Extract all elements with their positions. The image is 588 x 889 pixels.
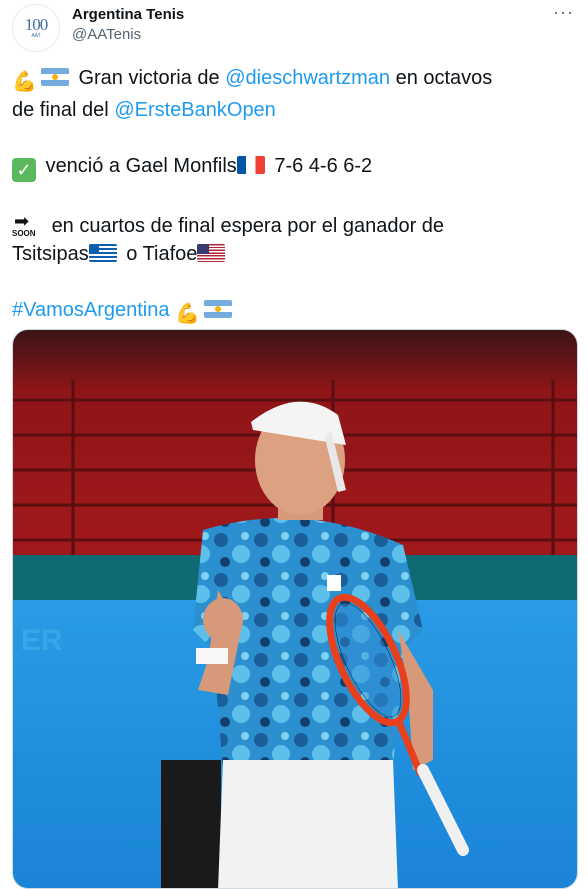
display-name[interactable]: Argentina Tenis: [72, 6, 184, 23]
flag-greece-icon: [88, 244, 117, 262]
tweet-line-6: #VamosArgentina 💪: [12, 296, 572, 328]
flag-argentina-icon: [40, 68, 69, 86]
flag-usa-icon: [197, 244, 226, 262]
tweet-line-2: de final del @ErsteBankOpen: [12, 96, 572, 124]
mention-link[interactable]: @dieschwartzman: [225, 67, 390, 89]
tweet-line-5: Tsitsipas o Tiafoe: [12, 240, 572, 268]
hashtag-link[interactable]: #VamosArgentina: [12, 299, 170, 321]
avatar-logo-text: 100: [24, 15, 48, 34]
court-sign: ER: [21, 624, 63, 657]
tweet-line-4: ➡ SOON en cuartos de final espera por el…: [12, 210, 572, 240]
tweet-text-segment: Gran victoria de: [78, 67, 220, 89]
account-handle[interactable]: @AATenis: [72, 26, 141, 43]
flag-argentina-icon: [203, 300, 232, 318]
tweet-photo[interactable]: ER: [12, 329, 578, 889]
tennis-player-photo: ER: [13, 330, 577, 888]
more-options-icon[interactable]: ···: [553, 2, 574, 23]
flexed-biceps-icon: 💪: [12, 71, 37, 93]
tweet-header: 100 AAT Argentina Tenis @AATenis ···: [0, 0, 588, 60]
avatar-logo-subtext: AAT: [31, 33, 41, 39]
tweet-line-1: 💪 Gran victoria de @dieschwartzman en oc…: [12, 64, 572, 96]
soon-arrow-icon: ➡ SOON: [12, 210, 42, 240]
tweet-text-segment: Tsitsipas: [12, 243, 89, 265]
soon-label: SOON: [12, 229, 36, 238]
arrow-right-icon: ➡: [14, 211, 30, 231]
tweet-text-segment: en cuartos de final espera por el ganado…: [51, 215, 445, 237]
tweet-text-segment: de final del: [12, 99, 109, 121]
mention-link[interactable]: @ErsteBankOpen: [114, 99, 276, 121]
flexed-biceps-icon: 💪: [175, 303, 200, 325]
check-mark-icon: ✓: [12, 158, 36, 182]
score-text: 7-6 4-6 6-2: [274, 155, 373, 177]
avatar[interactable]: 100 AAT: [12, 4, 60, 52]
tweet-text: 💪 Gran victoria de @dieschwartzman en oc…: [12, 64, 572, 328]
tweet-line-3: ✓ venció a Gael Monfils 7-6 4-6 6-2: [12, 152, 572, 182]
tweet-text-segment: o Tiafoe: [126, 243, 198, 265]
tweet-text-segment: en octavos: [395, 67, 493, 89]
tweet-text-segment: venció a Gael Monfils: [45, 155, 237, 177]
flag-france-icon: [236, 156, 265, 174]
